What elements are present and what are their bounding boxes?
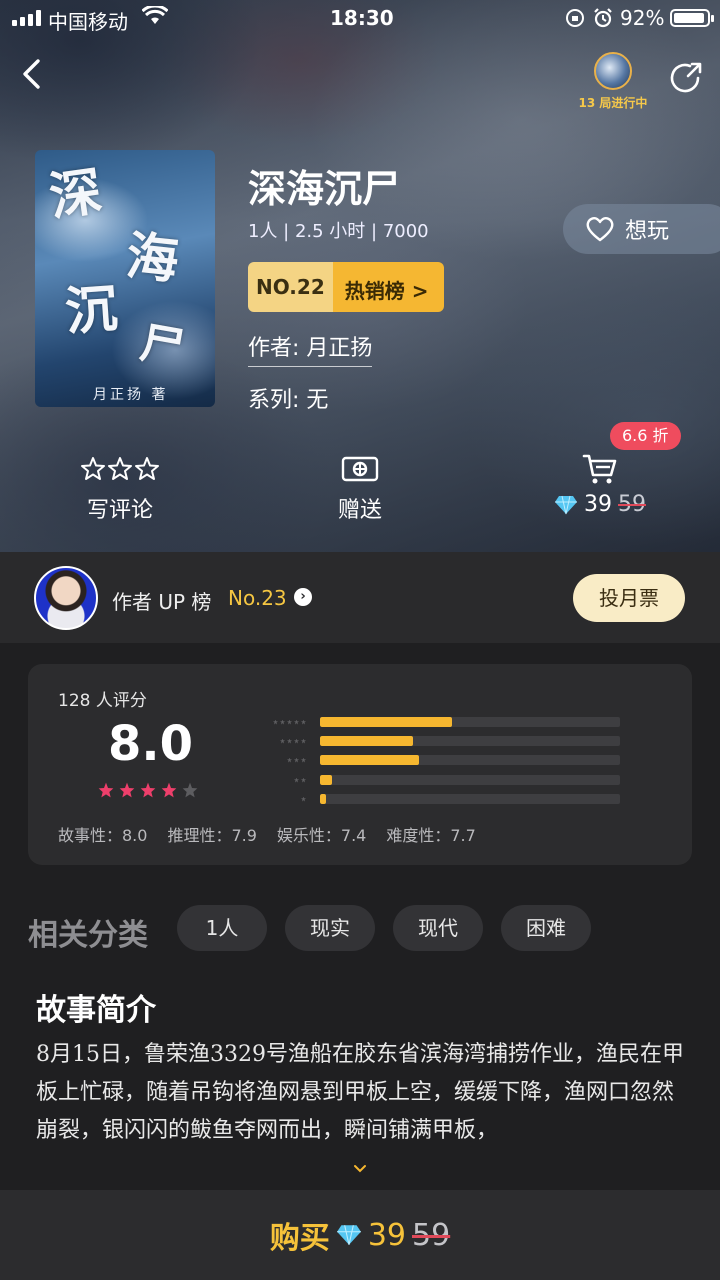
rating-bar-row bbox=[246, 793, 620, 805]
dimension-difficulty: 难度性：7.7 bbox=[386, 826, 476, 845]
cover-author: 月正扬 著 bbox=[93, 387, 169, 403]
write-review-label: 写评论 bbox=[86, 498, 153, 523]
chevron-left-icon bbox=[23, 59, 40, 89]
rating-star-icon bbox=[161, 782, 177, 798]
share-icon bbox=[670, 62, 702, 93]
rating-bar-fill bbox=[320, 717, 452, 727]
rank-label: 热销榜 > bbox=[332, 262, 445, 312]
rank-badge[interactable]: NO.22 热销榜 > bbox=[248, 262, 445, 312]
gift-ticket-icon bbox=[290, 452, 430, 486]
rating-bar-fill bbox=[320, 775, 332, 785]
rating-star-icon bbox=[182, 782, 198, 798]
buy-original-price: 59 bbox=[412, 1217, 451, 1253]
expand-button[interactable] bbox=[352, 1160, 368, 1173]
categories-title: 相关分类 bbox=[28, 918, 148, 953]
cover-title-char: 沉 bbox=[63, 278, 120, 343]
rating-bar-track bbox=[320, 794, 620, 804]
rotation-lock-icon bbox=[565, 8, 585, 33]
discount-badge: 6.6 折 bbox=[610, 422, 681, 450]
carrier-name: 中国移动 bbox=[48, 10, 128, 34]
live-sessions-text: 13 局进行中 bbox=[578, 96, 648, 110]
diamond-icon bbox=[336, 1225, 361, 1245]
series-text: 系列: 无 bbox=[248, 388, 329, 413]
back-button[interactable] bbox=[16, 56, 52, 92]
buy-bar[interactable]: 购买 39 59 bbox=[0, 1190, 720, 1280]
cover-title-char: 尸 bbox=[136, 317, 189, 376]
diamond-icon bbox=[555, 495, 577, 514]
status-bar: 中国移动 18:30 92% bbox=[0, 0, 720, 36]
rating-bar-track bbox=[320, 736, 620, 746]
write-review-button[interactable]: 写评论 bbox=[50, 452, 190, 524]
category-tag[interactable]: 现实 bbox=[285, 905, 375, 951]
signal-icon bbox=[12, 10, 41, 26]
category-tag[interactable]: 困难 bbox=[501, 905, 591, 951]
author-up-label: 作者 UP 榜 bbox=[112, 590, 212, 614]
rating-bar-track bbox=[320, 755, 620, 765]
dimension-reasoning: 推理性：7.9 bbox=[167, 826, 257, 845]
rating-bar-row bbox=[246, 754, 620, 766]
author-up-rank-row[interactable]: 作者 UP 榜 No.23 › 投月票 bbox=[0, 552, 720, 643]
wifi-icon bbox=[141, 4, 169, 31]
rating-bar-row bbox=[246, 735, 620, 747]
chevron-down-icon bbox=[354, 1165, 366, 1173]
mini-star-icons bbox=[246, 777, 306, 783]
rating-star-icon bbox=[98, 782, 114, 798]
rating-bar-fill bbox=[320, 736, 413, 746]
game-meta: 1人 | 2.5 小时 | 7000 bbox=[248, 221, 429, 242]
category-tag[interactable]: 1人 bbox=[177, 905, 267, 951]
rating-bar-fill bbox=[320, 755, 419, 765]
want-to-play-button[interactable]: 想玩 bbox=[563, 204, 720, 254]
rating-star-icon bbox=[119, 782, 135, 798]
rating-score: 8.0 bbox=[108, 716, 194, 772]
battery-icon bbox=[670, 9, 714, 27]
rating-bar-row bbox=[246, 716, 620, 728]
author-up-rank: No.23 bbox=[228, 586, 287, 610]
story-intro-text: 8月15日，鲁荣渔3329号渔船在胶东省滨海湾捕捞作业，渔民在甲板上忙碌，随着吊… bbox=[36, 1042, 684, 1143]
author-link[interactable]: 作者: 月正扬 bbox=[248, 330, 373, 367]
battery-percent: 92% bbox=[620, 6, 665, 30]
chevron-right-icon: › bbox=[294, 588, 312, 606]
heart-icon bbox=[586, 217, 614, 242]
gift-button[interactable]: 赠送 bbox=[290, 452, 430, 524]
rating-bar-track bbox=[320, 775, 620, 785]
game-cover[interactable]: 深 海 沉 尸 月正扬 著 bbox=[35, 150, 215, 407]
rank-number: NO.22 bbox=[248, 262, 333, 312]
mini-star-icons bbox=[246, 738, 306, 744]
cart-original-price: 59 bbox=[618, 492, 646, 517]
cart-price: 39 bbox=[584, 492, 612, 517]
rating-stars bbox=[98, 782, 198, 798]
rating-star-icon bbox=[140, 782, 156, 798]
monthly-ticket-vote-button[interactable]: 投月票 bbox=[573, 574, 685, 622]
story-intro-title: 故事简介 bbox=[36, 993, 156, 1028]
buy-label: 购买 bbox=[269, 1221, 330, 1256]
author-avatar bbox=[34, 566, 98, 630]
alarm-icon bbox=[592, 7, 614, 34]
cart-icon bbox=[530, 452, 670, 486]
buy-price: 39 bbox=[367, 1217, 406, 1253]
category-tag[interactable]: 现代 bbox=[393, 905, 483, 951]
rating-bar-fill bbox=[320, 794, 326, 804]
clock: 18:30 bbox=[330, 6, 394, 30]
cart-button[interactable]: 39 59 bbox=[530, 452, 670, 517]
cover-title-char: 海 bbox=[123, 225, 182, 292]
dimension-entertainment: 娱乐性：7.4 bbox=[276, 826, 367, 845]
share-button[interactable] bbox=[668, 60, 704, 96]
mini-star-icons bbox=[246, 796, 306, 802]
game-title: 深海沉尸 bbox=[248, 167, 401, 211]
mini-star-icons bbox=[246, 757, 306, 763]
cover-title-char: 深 bbox=[45, 160, 106, 229]
live-avatar bbox=[594, 52, 632, 90]
rating-card: 128 人评分 8.0 故事性：8.0 推理性：7.9 娱乐性：7.4 难度性：… bbox=[28, 664, 692, 865]
want-to-play-label: 想玩 bbox=[625, 219, 670, 244]
live-sessions-button[interactable]: 13 局进行中 bbox=[570, 52, 656, 111]
rating-bar-track bbox=[320, 717, 620, 727]
game-detail-screen: 中国移动 18:30 92% 13 局进行中 深 海 沉 尸 月正扬 著 深海沉… bbox=[0, 0, 720, 1280]
gift-label: 赠送 bbox=[337, 498, 382, 523]
rating-count: 128 人评分 bbox=[58, 691, 147, 711]
rating-bar-row bbox=[246, 774, 620, 786]
star-outline-icon bbox=[50, 452, 190, 486]
rating-dimensions: 故事性：8.0 推理性：7.9 娱乐性：7.4 难度性：7.7 bbox=[58, 822, 476, 846]
mini-star-icons bbox=[246, 719, 306, 725]
dimension-story: 故事性：8.0 bbox=[58, 826, 148, 845]
